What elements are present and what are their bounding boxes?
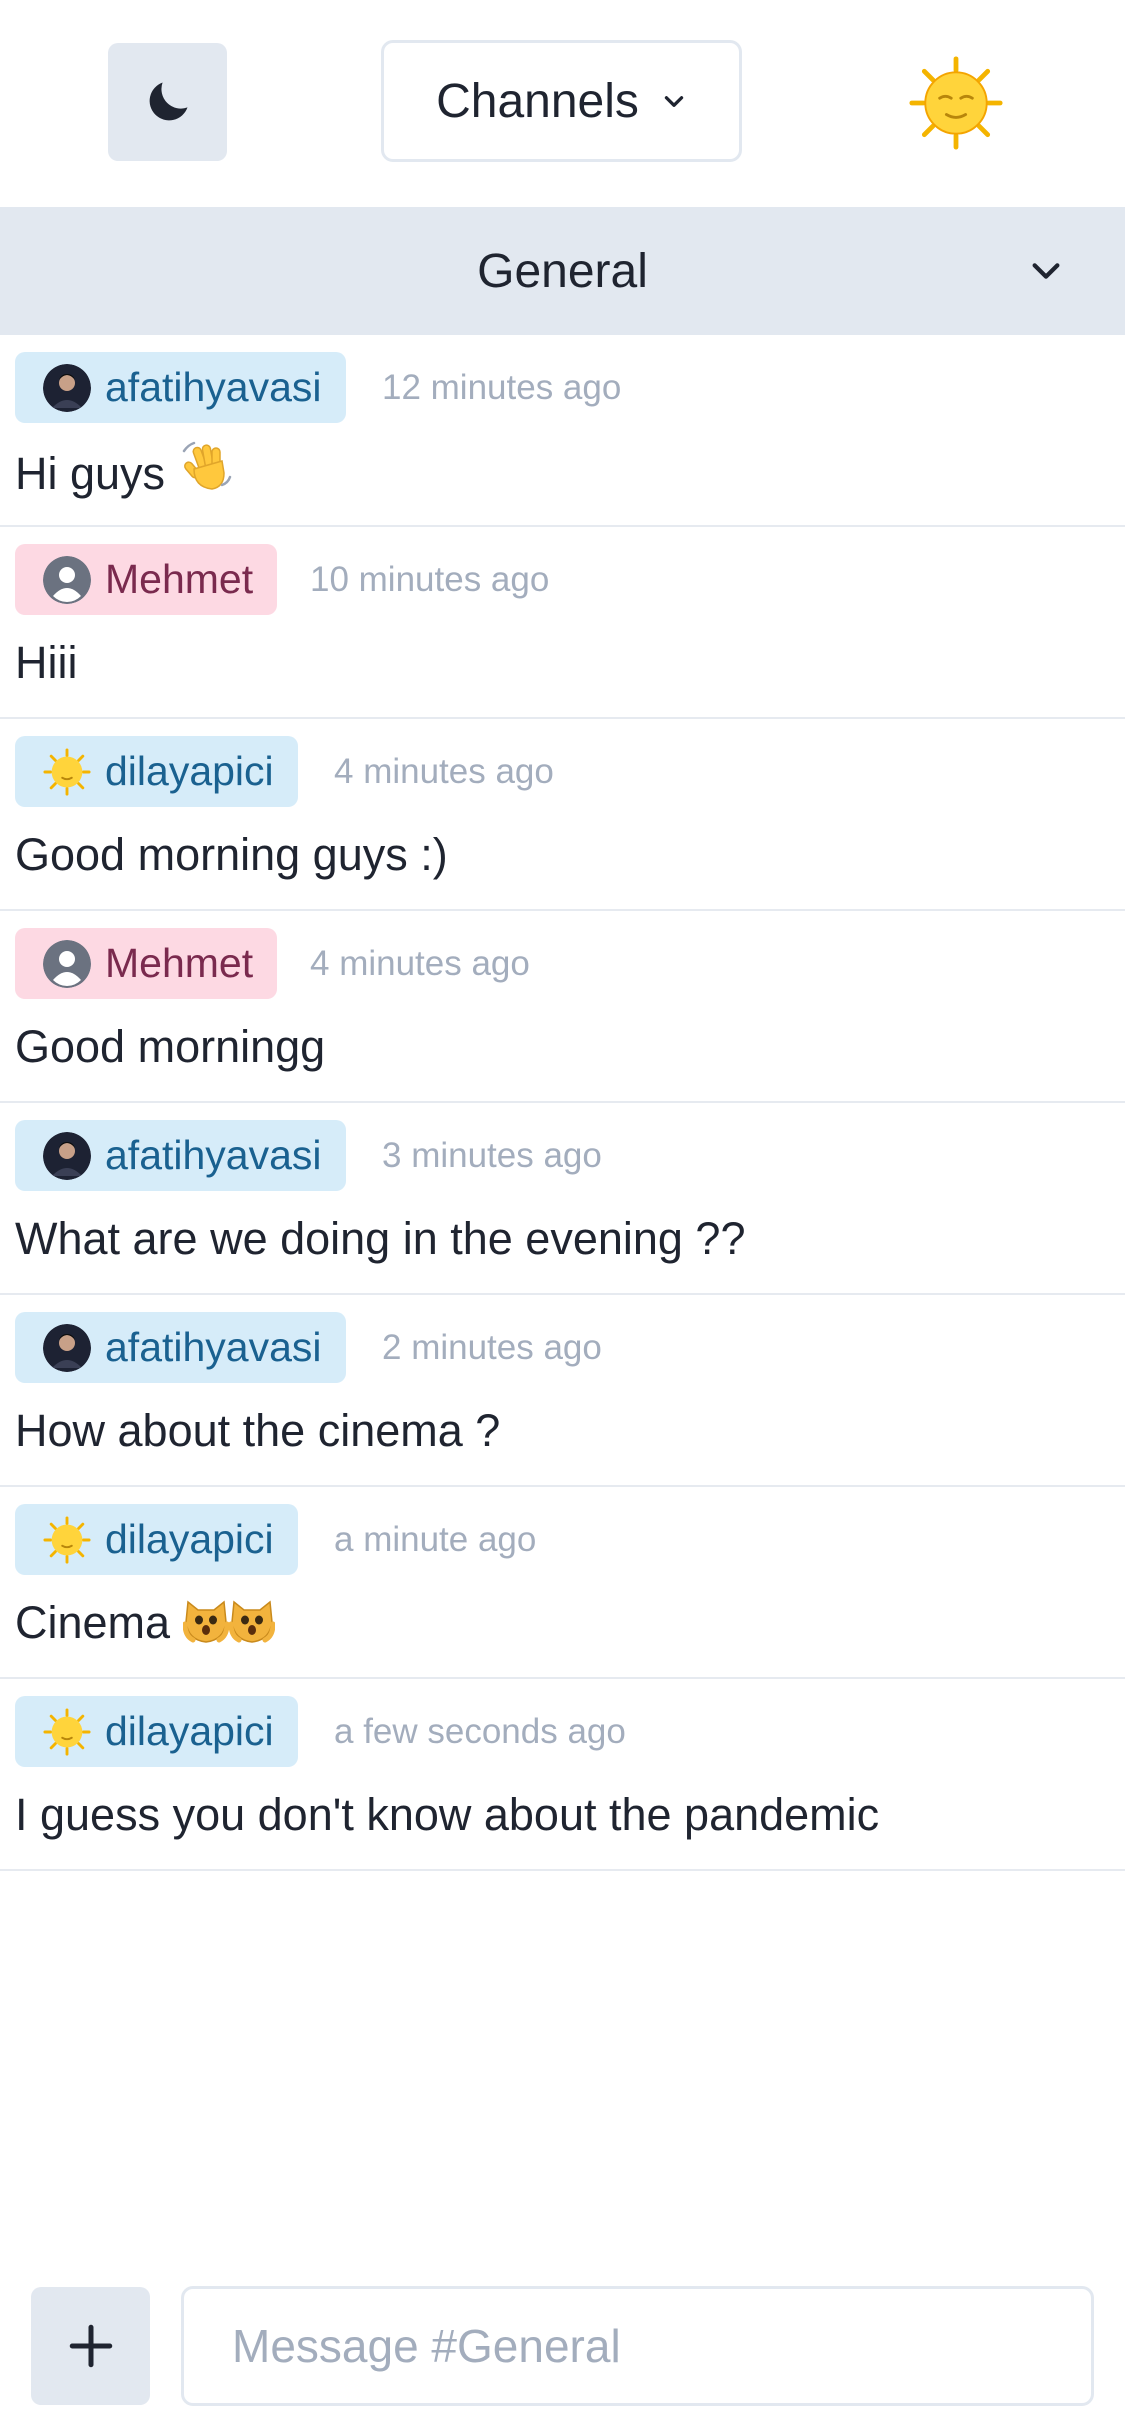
- waving-hand-emoji: [182, 441, 231, 490]
- message-text: Good morning guys :): [15, 829, 448, 880]
- timestamp: 12 minutes ago: [382, 368, 622, 407]
- chevron-down-icon[interactable]: [1029, 254, 1063, 288]
- message-item: afatihyavasi 2 minutes ago How about the…: [0, 1295, 1125, 1487]
- message-list: afatihyavasi 12 minutes ago Hi guys Mehm…: [0, 335, 1125, 1871]
- moon-icon: [149, 82, 187, 121]
- timestamp: 3 minutes ago: [382, 1136, 602, 1175]
- channels-dropdown-button[interactable]: Channels: [381, 40, 742, 162]
- user-chip[interactable]: afatihyavasi: [15, 1120, 346, 1191]
- sun-face-icon: [43, 1515, 91, 1564]
- timestamp: 10 minutes ago: [310, 560, 550, 599]
- default-user-icon: [43, 555, 91, 604]
- theme-toggle-button[interactable]: [108, 43, 227, 161]
- username: dilayapici: [105, 1708, 274, 1754]
- sun-face-icon: [43, 1707, 91, 1756]
- timestamp: 4 minutes ago: [334, 752, 554, 791]
- channel-name: General: [477, 244, 648, 298]
- timestamp: a minute ago: [334, 1520, 537, 1559]
- top-bar: Channels: [0, 0, 1125, 207]
- sun-face-icon[interactable]: [908, 55, 1004, 151]
- username: dilayapici: [105, 748, 274, 794]
- message-text-row: Good morning guys :): [15, 823, 448, 887]
- message-item: afatihyavasi 12 minutes ago Hi guys: [0, 335, 1125, 527]
- username: afatihyavasi: [105, 1132, 322, 1178]
- user-chip[interactable]: dilayapici: [15, 736, 298, 807]
- message-item: Mehmet 4 minutes ago Good morningg: [0, 911, 1125, 1103]
- message-text-row: I guess you don't know about the pandemi…: [15, 1783, 879, 1847]
- default-user-icon: [43, 939, 91, 988]
- user-chip[interactable]: Mehmet: [15, 544, 278, 615]
- channel-selector[interactable]: General: [0, 207, 1125, 335]
- message-input[interactable]: [181, 2286, 1094, 2406]
- weary-cat-emoji: [182, 1600, 229, 1643]
- username: afatihyavasi: [105, 1324, 322, 1370]
- message-text: Hiii: [15, 637, 78, 688]
- message-text-row: Hiii: [15, 631, 78, 695]
- username: Mehmet: [105, 940, 254, 986]
- photo-avatar: [43, 1131, 91, 1180]
- user-chip[interactable]: Mehmet: [15, 928, 278, 999]
- username: dilayapici: [105, 1516, 274, 1562]
- message-text-row: Hi guys: [15, 439, 234, 503]
- message-text-row: How about the cinema ?: [15, 1399, 500, 1463]
- message-text-row: Cinema: [15, 1591, 275, 1655]
- message-text: Hi guys: [15, 448, 166, 499]
- username: afatihyavasi: [105, 364, 322, 410]
- message-text: Good morningg: [15, 1021, 326, 1072]
- timestamp: 4 minutes ago: [310, 944, 530, 983]
- message-text: I guess you don't know about the pandemi…: [15, 1789, 880, 1840]
- message-item: afatihyavasi 3 minutes ago What are we d…: [0, 1103, 1125, 1295]
- message-text-row: Good morningg: [15, 1015, 325, 1079]
- message-item: dilayapici a few seconds ago I guess you…: [0, 1679, 1125, 1871]
- photo-avatar: [43, 363, 91, 412]
- user-chip[interactable]: dilayapici: [15, 1504, 298, 1575]
- message-item: dilayapici 4 minutes ago Good morning gu…: [0, 719, 1125, 911]
- add-attachment-button[interactable]: [31, 2287, 150, 2405]
- channels-button-label: Channels: [436, 74, 639, 128]
- user-chip[interactable]: afatihyavasi: [15, 352, 346, 423]
- message-text: Cinema: [15, 1597, 171, 1648]
- message-text-row: What are we doing in the evening ??: [15, 1207, 745, 1271]
- message-text: How about the cinema ?: [15, 1405, 501, 1456]
- chevron-down-icon: [664, 96, 684, 107]
- username: Mehmet: [105, 556, 254, 602]
- weary-cat-emoji: [228, 1600, 275, 1643]
- timestamp: 2 minutes ago: [382, 1328, 602, 1367]
- timestamp: a few seconds ago: [334, 1712, 626, 1751]
- message-item: Mehmet 10 minutes ago Hiii: [0, 527, 1125, 719]
- photo-avatar: [43, 1323, 91, 1372]
- message-item: dilayapici a minute ago Cinema: [0, 1487, 1125, 1679]
- user-chip[interactable]: afatihyavasi: [15, 1312, 346, 1383]
- message-text: What are we doing in the evening ??: [15, 1213, 746, 1264]
- sun-face-icon: [43, 747, 91, 796]
- user-chip[interactable]: dilayapici: [15, 1696, 298, 1767]
- plus-icon: [69, 2324, 112, 2368]
